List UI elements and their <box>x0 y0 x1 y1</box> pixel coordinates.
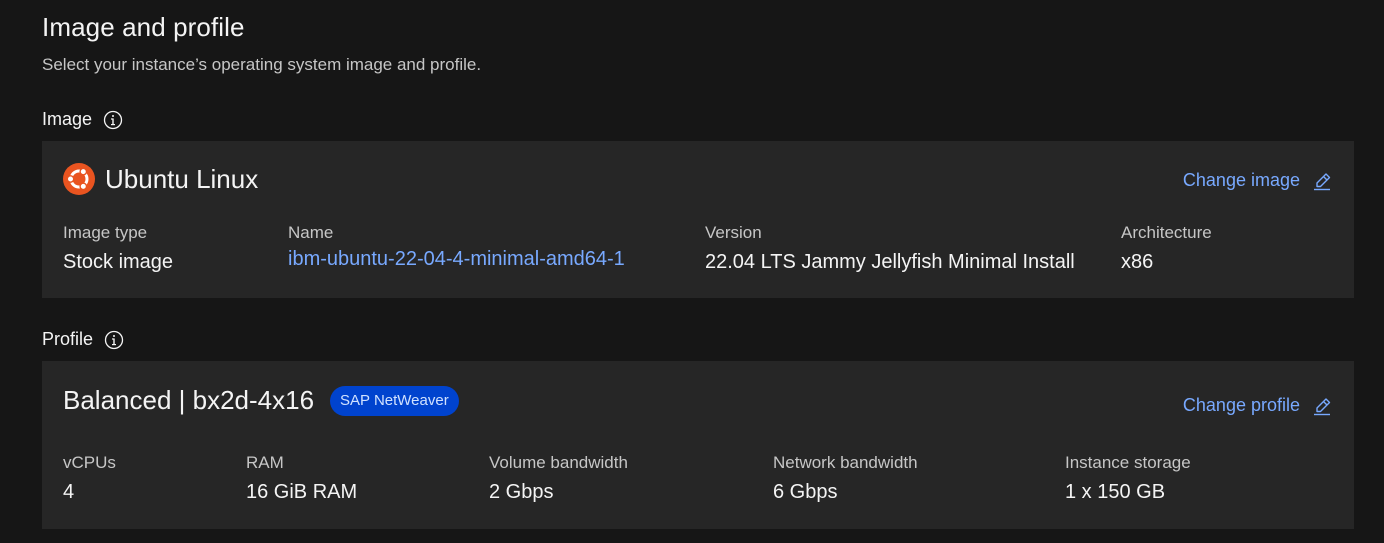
edit-pencil-icon <box>1314 172 1331 190</box>
field-label: RAM <box>246 453 284 472</box>
edit-pencil-icon <box>1314 397 1331 415</box>
section-title: Image and profile <box>42 12 245 42</box>
section-subtitle: Select your instance’s operating system … <box>42 55 482 74</box>
volume-bandwidth-field: Volume bandwidth 2 Gbps <box>489 453 628 504</box>
field-label: Instance storage <box>1065 453 1191 472</box>
field-label: Volume bandwidth <box>489 453 628 472</box>
field-value: 16 GiB RAM <box>246 481 358 503</box>
profile-label: Profile <box>42 329 94 349</box>
field-value: 22.04 LTS Jammy Jellyfish Minimal Instal… <box>705 251 1075 273</box>
field-label: Network bandwidth <box>773 453 918 472</box>
image-architecture-field: Architecture x86 <box>1121 223 1212 274</box>
information-icon[interactable] <box>104 330 124 350</box>
field-value: 6 Gbps <box>773 481 838 503</box>
image-name-link[interactable]: ibm-ubuntu-22-04-4-minimal-amd64-1 <box>288 248 625 271</box>
profile-tile: Balanced | bx2d-4x16 SAP NetWeaver Chang… <box>42 361 1354 529</box>
image-label: Image <box>42 109 93 129</box>
image-tile: Ubuntu Linux Change image Image type Sto… <box>42 141 1354 298</box>
image-version-field: Version 22.04 LTS Jammy Jellyfish Minima… <box>705 223 1075 274</box>
profile-label-row: Profile <box>42 329 124 350</box>
ram-field: RAM 16 GiB RAM <box>246 453 357 504</box>
field-label: vCPUs <box>63 453 116 472</box>
change-image-label: Change image <box>1182 170 1300 190</box>
instance-storage-field: Instance storage 1 x 150 GB <box>1065 453 1191 504</box>
information-icon[interactable] <box>103 110 123 130</box>
network-bandwidth-field: Network bandwidth 6 Gbps <box>773 453 918 504</box>
image-os-name: Ubuntu Linux <box>105 163 259 194</box>
change-image-link[interactable]: Change image <box>1183 170 1332 191</box>
field-value: 2 Gbps <box>489 481 554 503</box>
field-value: Stock image <box>63 251 174 273</box>
image-name-field: Name ibm-ubuntu-22-04-4-minimal-amd64-1 <box>288 223 625 271</box>
image-label-row: Image <box>42 109 123 130</box>
profile-tile-header: Balanced | bx2d-4x16 SAP NetWeaver <box>63 385 459 416</box>
image-type-field: Image type Stock image <box>63 223 173 274</box>
field-label: Architecture <box>1121 223 1212 242</box>
field-label: Name <box>288 223 334 242</box>
vcpus-field: vCPUs 4 <box>63 453 116 504</box>
profile-name: Balanced | bx2d-4x16 <box>63 385 315 415</box>
field-label: Version <box>705 223 762 242</box>
change-profile-link[interactable]: Change profile <box>1183 395 1332 416</box>
field-label: Image type <box>63 223 148 242</box>
field-value: 4 <box>63 481 75 503</box>
ubuntu-logo-icon <box>63 163 95 195</box>
change-profile-label: Change profile <box>1182 395 1300 415</box>
field-value: x86 <box>1121 251 1154 273</box>
image-and-profile-section: Image and profile Select your instance’s… <box>0 0 1384 543</box>
image-tile-header: Ubuntu Linux <box>63 163 258 195</box>
field-value: 1 x 150 GB <box>1065 481 1166 503</box>
sap-netweaver-tag: SAP NetWeaver <box>330 385 459 416</box>
